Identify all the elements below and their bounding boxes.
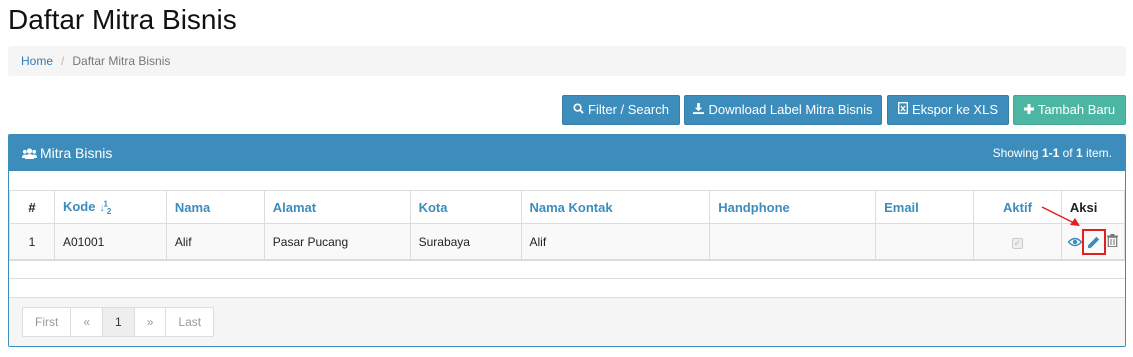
table-spacer-row — [9, 260, 1125, 279]
users-icon — [22, 136, 37, 172]
summary-total: 1 — [1075, 146, 1083, 160]
col-number-header: # — [9, 190, 55, 224]
col-kode-header[interactable]: Kode ↓12 — [53, 190, 167, 224]
cell-number: 1 — [9, 223, 55, 260]
search-icon — [573, 96, 584, 124]
export-xls-button[interactable]: Ekspor ke XLS — [887, 95, 1009, 125]
panel-title-text: Mitra Bisnis — [40, 145, 113, 161]
page-next[interactable]: » — [135, 308, 167, 336]
col-email-header[interactable]: Email — [875, 190, 974, 224]
add-new-button[interactable]: Tambah Baru — [1013, 95, 1126, 125]
page-last[interactable]: Last — [166, 308, 213, 336]
pagination: First « 1 » Last — [22, 307, 215, 337]
col-kota-header[interactable]: Kota — [409, 190, 522, 224]
col-nama-header[interactable]: Nama — [165, 190, 265, 224]
breadcrumb: Home / Daftar Mitra Bisnis — [8, 46, 1126, 76]
file-excel-icon — [898, 96, 908, 124]
page-current[interactable]: 1 — [103, 308, 135, 336]
download-label-text: Download Label Mitra Bisnis — [708, 102, 873, 117]
col-alamat-header[interactable]: Alamat — [263, 190, 411, 224]
download-icon — [693, 96, 705, 124]
summary-prefix: Showing — [992, 146, 1042, 160]
filter-search-button[interactable]: Filter / Search — [562, 95, 680, 125]
mitra-bisnis-table: # Kode ↓12 Nama Alamat Kota Nama Kontak H… — [9, 190, 1125, 260]
breadcrumb-home-link[interactable]: Home — [21, 54, 53, 68]
add-new-label: Tambah Baru — [1037, 102, 1116, 117]
summary-suffix: item. — [1082, 146, 1112, 160]
table-row: 1 A01001 Alif Pasar Pucang Surabaya Alif… — [9, 223, 1125, 260]
download-label-button[interactable]: Download Label Mitra Bisnis — [684, 95, 882, 125]
mitra-bisnis-panel: Mitra Bisnis Showing 1-1 of 1 item. # Ko… — [8, 134, 1126, 347]
sort-numeric-icon: ↓12 — [99, 199, 111, 216]
filter-search-label: Filter / Search — [588, 102, 669, 117]
page-title: Daftar Mitra Bisnis — [8, 4, 237, 35]
cell-email — [875, 223, 974, 260]
table-spacer-row — [9, 278, 1125, 297]
breadcrumb-current: Daftar Mitra Bisnis — [72, 54, 171, 68]
annotation-arrow — [1041, 206, 1080, 226]
summary-of: of — [1059, 146, 1076, 160]
pencil-icon[interactable] — [1081, 228, 1106, 255]
cell-kode: A01001 — [53, 223, 167, 260]
summary-range: 1-1 — [1041, 146, 1060, 160]
col-nama-kontak-header[interactable]: Nama Kontak — [520, 190, 711, 224]
cell-alamat: Pasar Pucang — [263, 223, 411, 260]
panel-heading: Mitra Bisnis Showing 1-1 of 1 item. — [9, 135, 1125, 171]
cell-nama: Alif — [165, 223, 265, 260]
trash-icon[interactable] — [1106, 233, 1118, 250]
col-handphone-header[interactable]: Handphone — [709, 190, 877, 224]
panel-title: Mitra Bisnis — [22, 135, 112, 172]
eye-icon[interactable] — [1067, 234, 1083, 250]
page-first[interactable]: First — [23, 308, 72, 336]
cell-handphone — [709, 223, 877, 260]
cell-nama-kontak: Alif — [520, 223, 711, 260]
page-prev[interactable]: « — [71, 308, 104, 336]
export-xls-label: Ekspor ke XLS — [912, 102, 998, 117]
pagination-area: First « 1 » Last — [9, 297, 1125, 346]
aktif-checkbox: ✓ — [1011, 237, 1023, 249]
results-summary: Showing 1-1 of 1 item. — [993, 135, 1112, 171]
col-kode-label: Kode — [62, 198, 96, 214]
cell-kota: Surabaya — [409, 223, 522, 260]
breadcrumb-separator: / — [61, 54, 65, 68]
plus-icon — [1023, 96, 1034, 124]
table-header-row: # Kode ↓12 Nama Alamat Kota Nama Kontak H… — [9, 190, 1125, 224]
